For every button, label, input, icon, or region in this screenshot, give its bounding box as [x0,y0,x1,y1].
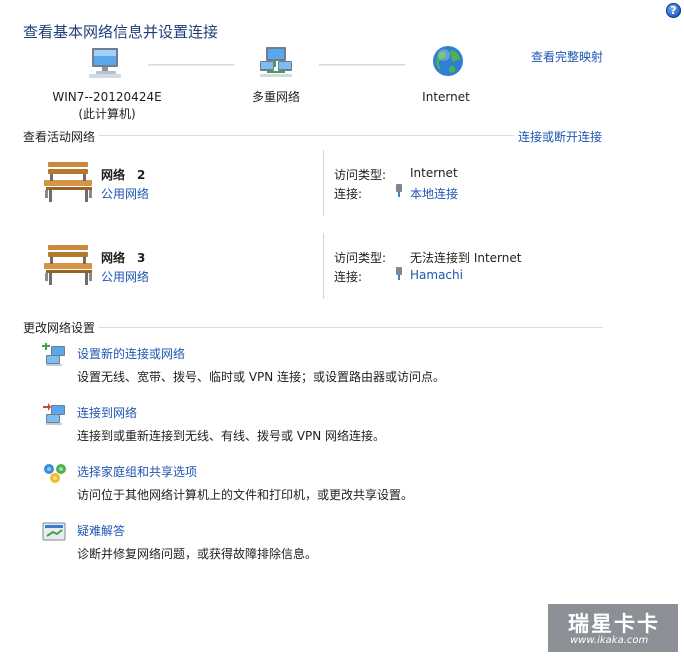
task-homegroup-desc: 访问位于其他网络计算机上的文件和打印机，或更改共享设置。 [77,488,414,502]
network-adapter-icon [395,184,403,197]
watermark-url-text: www.ikaka.com [570,635,649,646]
multiple-networks-label: 多重网络 [251,90,300,104]
active-networks-heading: 查看活动网络 [23,128,100,145]
network-2-divider [323,150,324,216]
network-2-category-link[interactable]: 公用网络 [101,185,149,202]
globe-icon[interactable] [431,44,465,78]
network-2-connection-label: 连接: [334,187,363,201]
task-troubleshoot-desc: 诊断并修复网络问题，或获得故障排除信息。 [77,547,318,561]
network-3-access-type-label: 访问类型: [334,251,387,265]
computer-icon[interactable] [88,45,124,79]
network-2-connection-link[interactable]: 本地连接 [410,185,458,202]
network-3-connection-label: 连接: [334,270,363,284]
network-2-name: 网络 2 [101,168,146,182]
network-3-name: 网络 3 [101,251,146,265]
connector-line-2 [319,64,405,66]
task-troubleshoot-link[interactable]: 疑难解答 [77,522,125,539]
change-settings-heading: 更改网络设置 [23,319,100,336]
public-network-bench-icon[interactable] [42,160,96,204]
task-new-connection-desc: 设置无线、宽带、拨号、临时或 VPN 连接；或设置路由器或访问点。 [77,370,446,384]
task-connect-network-desc: 连接到或重新连接到无线、有线、拨号或 VPN 网络连接。 [77,429,386,443]
watermark-logo: 瑞星卡卡 www.ikaka.com [548,604,678,652]
network-3-connection-link[interactable]: Hamachi [410,268,463,282]
troubleshoot-icon[interactable] [42,520,68,544]
network-3-divider [323,233,324,299]
connector-line-1 [148,64,234,66]
computer-name: WIN7--20120424E (此计算机) [40,89,174,123]
connect-disconnect-link[interactable]: 连接或断开连接 [514,128,603,145]
network-2-access-type-label: 访问类型: [334,168,387,182]
section-divider-change [23,327,603,328]
view-full-map-link[interactable]: 查看完整映射 [531,48,603,65]
task-connect-network-link[interactable]: 连接到网络 [77,404,137,421]
network-3-access-type-value: 无法连接到 Internet [410,251,522,265]
task-new-connection-link[interactable]: 设置新的连接或网络 [77,345,185,362]
network-adapter-icon [395,267,403,280]
internet-label: Internet [422,90,470,104]
new-connection-icon[interactable] [42,342,68,367]
computer-sub: (此计算机) [78,107,136,121]
page-title: 查看基本网络信息并设置连接 [23,23,219,41]
watermark-main-text: 瑞星卡卡 [568,612,660,636]
connect-network-icon[interactable] [42,402,68,426]
network-3-category-link[interactable]: 公用网络 [101,268,149,285]
homegroup-icon[interactable] [42,461,68,485]
public-network-bench-icon[interactable] [42,243,96,287]
multiple-networks-icon[interactable] [258,45,294,79]
task-homegroup-link[interactable]: 选择家庭组和共享选项 [77,463,197,480]
help-icon[interactable]: ? [666,3,681,18]
network-2-access-type-value: Internet [410,166,458,180]
